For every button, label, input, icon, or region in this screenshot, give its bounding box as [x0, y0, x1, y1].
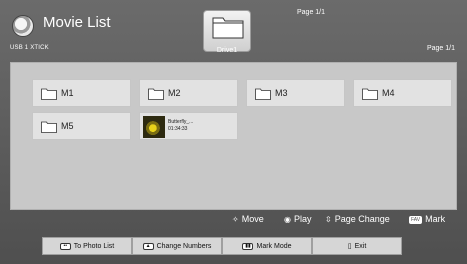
remote-key-icon: ▮▮	[242, 242, 254, 250]
hint-move: ✧ Move	[232, 214, 264, 224]
video-thumbnail	[143, 116, 165, 138]
hint-mark-label: Mark	[425, 214, 446, 224]
hint-play-label: Play	[293, 214, 312, 224]
folder-icon	[255, 88, 271, 100]
device-label: USB 1 XTICK	[10, 45, 49, 51]
hint-play: ◉ Play	[284, 214, 312, 224]
folder-label: M3	[275, 88, 288, 98]
folder-label: M1	[61, 88, 74, 98]
disc-icon	[12, 15, 34, 37]
folder-icon	[41, 121, 57, 133]
change-numbers-label: Change Numbers	[156, 242, 212, 250]
video-name: Butterfly_...	[168, 119, 194, 125]
folder-item-m5[interactable]: M5	[32, 112, 131, 140]
folder-icon	[212, 17, 244, 39]
folder-item-m4[interactable]: M4	[353, 79, 452, 107]
to-photo-list-label: To Photo List	[73, 242, 115, 250]
hint-move-label: Move	[241, 214, 264, 224]
folder-icon	[362, 88, 378, 100]
fav-key-icon: FAV	[409, 215, 423, 224]
folder-item-m1[interactable]: M1	[32, 79, 131, 107]
video-info: Butterfly_... 01:34:33	[168, 119, 193, 133]
movie-list-screen: Movie List USB 1 XTICK Drive1 Page 1/1 P…	[0, 0, 467, 264]
file-grid: M1 M2 M3 M4 M5 Butterfly_... 01:34:33	[10, 62, 457, 210]
page-indicator: Page 1/1	[426, 45, 455, 52]
hint-bar: ✧ Move ◉ Play ⇳ Page Change FAV Mark	[0, 212, 467, 226]
to-photo-list-button[interactable]: •• To Photo List	[42, 237, 132, 255]
exit-label: Exit	[354, 242, 367, 250]
change-numbers-button[interactable]: ▲ Change Numbers	[132, 237, 222, 255]
hint-page-change-label: Page Change	[334, 214, 390, 224]
channel-key-icon: ⇳	[325, 215, 332, 224]
folder-label: M5	[61, 121, 74, 131]
drive-button[interactable]	[203, 10, 251, 52]
exit-button[interactable]: ▯ Exit	[312, 237, 402, 255]
exit-icon: ▯	[347, 243, 352, 250]
page-title: Movie List	[43, 14, 111, 31]
folder-label: M2	[168, 88, 181, 98]
navigation-arrows-icon: ✧	[232, 215, 239, 224]
mark-mode-button[interactable]: ▮▮ Mark Mode	[222, 237, 312, 255]
page-indicator-top: Page 1/1	[297, 9, 326, 16]
folder-item-m3[interactable]: M3	[246, 79, 345, 107]
hint-page-change: ⇳ Page Change	[325, 214, 390, 224]
drive-label: Drive1	[216, 47, 238, 54]
remote-key-icon: ••	[59, 242, 71, 250]
remote-key-icon: ▲	[142, 242, 154, 250]
hint-mark: FAV Mark	[409, 214, 445, 224]
header: Movie List USB 1 XTICK Drive1 Page 1/1 P…	[0, 0, 467, 62]
function-button-bar: •• To Photo List ▲ Change Numbers ▮▮ Mark M…	[42, 237, 402, 255]
folder-icon	[148, 88, 164, 100]
ok-button-icon: ◉	[284, 215, 291, 224]
video-item[interactable]: Butterfly_... 01:34:33	[139, 112, 238, 140]
folder-icon	[41, 88, 57, 100]
video-duration: 01:34:33	[168, 126, 188, 132]
folder-label: M4	[382, 88, 395, 98]
folder-item-m2[interactable]: M2	[139, 79, 238, 107]
mark-mode-label: Mark Mode	[256, 242, 292, 250]
